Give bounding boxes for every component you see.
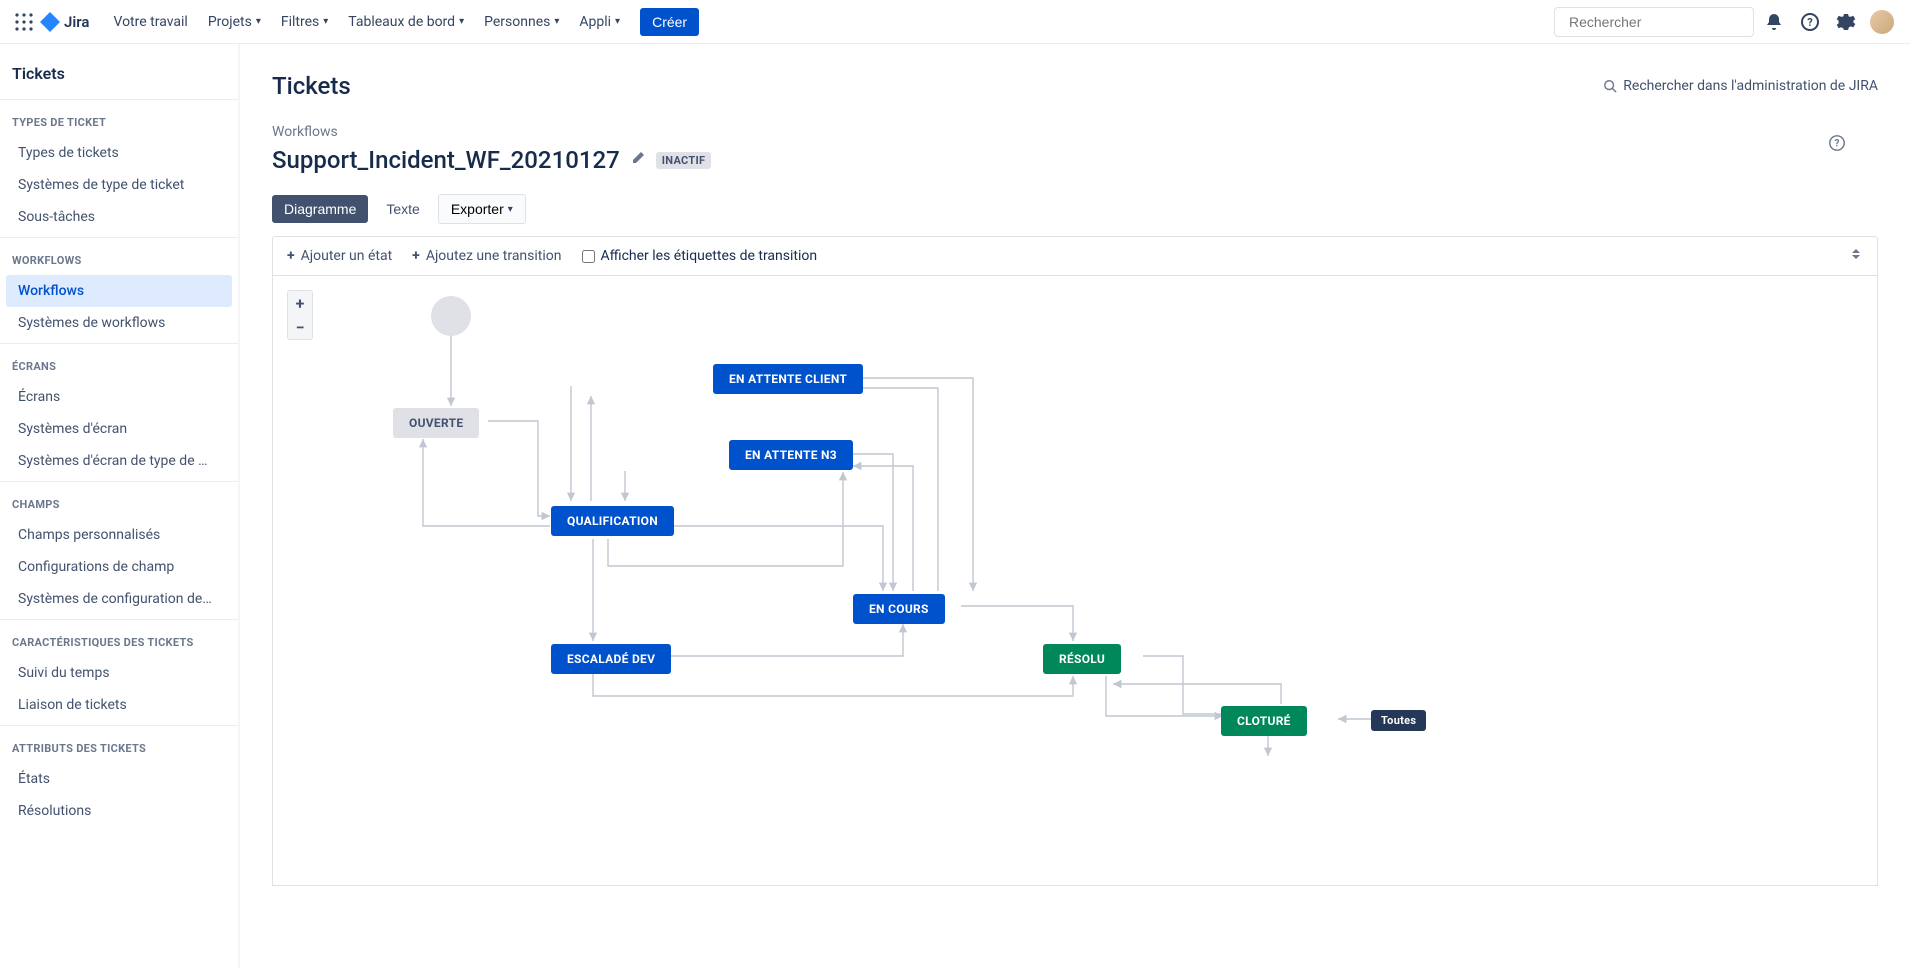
help-icon[interactable]: ? bbox=[1828, 134, 1846, 156]
node-ouverte[interactable]: OUVERTE bbox=[393, 408, 479, 438]
sidebar-item-subtasks[interactable]: Sous-tâches bbox=[6, 201, 232, 233]
workflow-toolbar: + Ajouter un état + Ajoutez une transition… bbox=[272, 236, 1878, 276]
sidebar-item-screen-schemes[interactable]: Systèmes d'écran bbox=[6, 413, 232, 445]
workflow-canvas[interactable]: + − bbox=[272, 276, 1878, 886]
create-button[interactable]: Créer bbox=[640, 8, 699, 36]
section-header: ATTRIBUTS DES TICKETS bbox=[0, 738, 238, 763]
node-en-cours[interactable]: EN COURS bbox=[853, 594, 945, 624]
node-resolu[interactable]: RÉSOLU bbox=[1043, 644, 1121, 674]
sidebar-item-statuses[interactable]: États bbox=[6, 763, 232, 795]
zoom-controls: + − bbox=[287, 290, 313, 340]
nav-label: Votre travail bbox=[113, 14, 187, 30]
app-switcher-icon[interactable] bbox=[12, 10, 36, 34]
sidebar-item-custom-fields[interactable]: Champs personnalisés bbox=[6, 519, 232, 551]
sidebar-item-issue-linking[interactable]: Liaison de tickets bbox=[6, 689, 232, 721]
workflow-title: Support_Incident_WF_20210127 bbox=[272, 146, 620, 174]
search-icon bbox=[1603, 79, 1617, 93]
node-toutes[interactable]: Toutes bbox=[1371, 710, 1426, 731]
chevron-down-icon: ▾ bbox=[256, 16, 261, 27]
add-transition-label: Ajoutez une transition bbox=[426, 248, 562, 264]
tab-text[interactable]: Texte bbox=[374, 195, 431, 223]
nav-projects[interactable]: Projets ▾ bbox=[200, 8, 269, 36]
tab-diagram[interactable]: Diagramme bbox=[272, 195, 368, 223]
sidebar-item-workflows[interactable]: Workflows bbox=[6, 275, 232, 307]
notifications-icon[interactable] bbox=[1758, 6, 1790, 38]
sidebar-item-issue-type-schemes[interactable]: Systèmes de type de ticket bbox=[6, 169, 232, 201]
node-attente-n3[interactable]: EN ATTENTE N3 bbox=[729, 440, 853, 470]
main-content: Tickets Rechercher dans l'administration… bbox=[240, 44, 1910, 968]
status-badge: INACTIF bbox=[656, 152, 712, 169]
svg-text:?: ? bbox=[1807, 16, 1813, 29]
nav-filters[interactable]: Filtres ▾ bbox=[273, 8, 336, 36]
nav-your-work[interactable]: Votre travail bbox=[105, 8, 195, 36]
node-start[interactable] bbox=[431, 296, 471, 336]
chevron-down-icon: ▾ bbox=[615, 16, 620, 27]
sidebar-item-issue-type-screen-schemes[interactable]: Systèmes d'écran de type de … bbox=[6, 445, 232, 477]
section-header: CARACTÉRISTIQUES DES TICKETS bbox=[0, 632, 238, 657]
search-input[interactable] bbox=[1569, 14, 1750, 30]
sidebar-title: Tickets bbox=[0, 64, 238, 99]
zoom-out-button[interactable]: − bbox=[288, 315, 312, 339]
node-qualification[interactable]: QUALIFICATION bbox=[551, 506, 674, 536]
section-header: ÉCRANS bbox=[0, 356, 238, 381]
nav-people[interactable]: Personnes ▾ bbox=[476, 8, 567, 36]
chevron-down-icon: ▾ bbox=[508, 204, 513, 215]
collapse-icon[interactable] bbox=[1849, 247, 1863, 265]
transitions-layer bbox=[273, 276, 1877, 885]
sidebar-item-screens[interactable]: Écrans bbox=[6, 381, 232, 413]
sidebar: Tickets TYPES DE TICKET Types de tickets… bbox=[0, 44, 240, 968]
sidebar-item-resolutions[interactable]: Résolutions bbox=[6, 795, 232, 827]
settings-icon[interactable] bbox=[1830, 6, 1862, 38]
node-cloture[interactable]: CLOTURÉ bbox=[1221, 706, 1307, 736]
chevron-down-icon: ▾ bbox=[323, 16, 328, 27]
add-status-label: Ajouter un état bbox=[301, 248, 393, 264]
admin-search-link[interactable]: Rechercher dans l'administration de JIRA bbox=[1603, 78, 1878, 94]
jira-logo-text: Jira bbox=[64, 13, 89, 31]
sidebar-item-time-tracking[interactable]: Suivi du temps bbox=[6, 657, 232, 689]
breadcrumb[interactable]: Workflows bbox=[272, 124, 1878, 140]
show-labels-text: Afficher les étiquettes de transition bbox=[601, 248, 818, 264]
svg-text:?: ? bbox=[1835, 139, 1840, 150]
nav-label: Filtres bbox=[281, 14, 319, 30]
admin-search-label: Rechercher dans l'administration de JIRA bbox=[1623, 78, 1878, 94]
nav-label: Tableaux de bord bbox=[348, 14, 455, 30]
nav-label: Appli bbox=[579, 14, 611, 30]
page-title: Tickets bbox=[272, 72, 351, 100]
nav-label: Personnes bbox=[484, 14, 550, 30]
plus-icon: + bbox=[412, 248, 420, 264]
sidebar-item-field-configs[interactable]: Configurations de champ bbox=[6, 551, 232, 583]
search-box[interactable] bbox=[1554, 7, 1754, 37]
show-labels-input[interactable] bbox=[582, 250, 595, 263]
nav-apps[interactable]: Appli ▾ bbox=[571, 8, 628, 36]
show-labels-checkbox[interactable]: Afficher les étiquettes de transition bbox=[582, 248, 818, 264]
top-navigation: Jira Votre travail Projets ▾ Filtres ▾ Tab… bbox=[0, 0, 1910, 44]
avatar[interactable] bbox=[1866, 6, 1898, 38]
section-header: TYPES DE TICKET bbox=[0, 112, 238, 137]
section-header: WORKFLOWS bbox=[0, 250, 238, 275]
node-escalade-dev[interactable]: ESCALADÉ DEV bbox=[551, 644, 671, 674]
nav-dashboards[interactable]: Tableaux de bord ▾ bbox=[340, 8, 472, 36]
sidebar-item-field-config-schemes[interactable]: Systèmes de configuration de… bbox=[6, 583, 232, 615]
add-status-button[interactable]: + Ajouter un état bbox=[287, 248, 392, 264]
export-label: Exporter bbox=[451, 201, 504, 217]
jira-logo[interactable]: Jira bbox=[40, 12, 89, 32]
add-transition-button[interactable]: + Ajoutez une transition bbox=[412, 248, 561, 264]
sidebar-item-workflow-schemes[interactable]: Systèmes de workflows bbox=[6, 307, 232, 339]
zoom-in-button[interactable]: + bbox=[288, 291, 312, 315]
export-button[interactable]: Exporter ▾ bbox=[438, 194, 526, 224]
sidebar-item-issue-types[interactable]: Types de tickets bbox=[6, 137, 232, 169]
help-icon[interactable]: ? bbox=[1794, 6, 1826, 38]
chevron-down-icon: ▾ bbox=[459, 16, 464, 27]
chevron-down-icon: ▾ bbox=[554, 16, 559, 27]
node-attente-client[interactable]: EN ATTENTE CLIENT bbox=[713, 364, 863, 394]
plus-icon: + bbox=[287, 248, 295, 264]
edit-icon[interactable] bbox=[630, 150, 646, 170]
nav-label: Projets bbox=[208, 14, 252, 30]
section-header: CHAMPS bbox=[0, 494, 238, 519]
